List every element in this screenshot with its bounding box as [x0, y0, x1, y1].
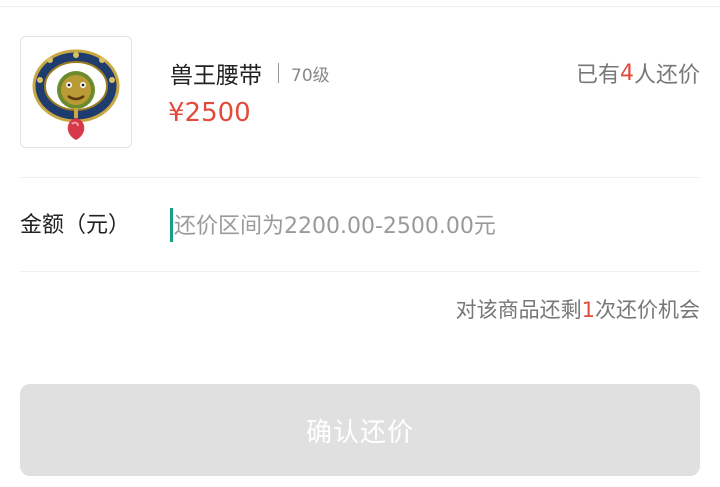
top-divider	[0, 6, 720, 7]
product-price: ¥2500	[168, 98, 251, 128]
remaining-chances-text: 对该商品还剩1次还价机会	[456, 294, 700, 324]
confirm-counter-offer-button[interactable]: 确认还价	[20, 384, 700, 476]
amount-input[interactable]	[174, 206, 694, 246]
product-card: 兽王腰带 70级 ¥2500 已有 4 人还价	[20, 36, 700, 148]
offer-count-number: 4	[619, 60, 634, 86]
section-divider	[20, 177, 700, 178]
text-cursor	[170, 208, 173, 242]
section-divider	[20, 271, 700, 272]
product-name-row: 兽王腰带 70级	[170, 56, 330, 90]
remaining-chances-count: 1	[581, 298, 595, 322]
counter-offer-page: 兽王腰带 70级 ¥2500 已有 4 人还价 金额（元） 对该商品还剩1次还价…	[0, 0, 720, 487]
amount-label: 金额（元）	[20, 213, 131, 238]
remaining-chances-suffix: 次还价机会	[595, 298, 700, 322]
product-thumbnail[interactable]	[20, 36, 132, 148]
remaining-chances-prefix: 对该商品还剩	[455, 298, 582, 322]
offer-count-prefix: 已有	[575, 63, 620, 88]
lion-belt-icon	[32, 49, 120, 140]
offer-count-text: 已有 4 人还价	[576, 56, 700, 90]
name-separator	[278, 63, 279, 83]
product-name: 兽王腰带	[170, 63, 262, 89]
offer-count-suffix: 人还价	[633, 63, 700, 88]
product-level: 70级	[291, 65, 330, 86]
